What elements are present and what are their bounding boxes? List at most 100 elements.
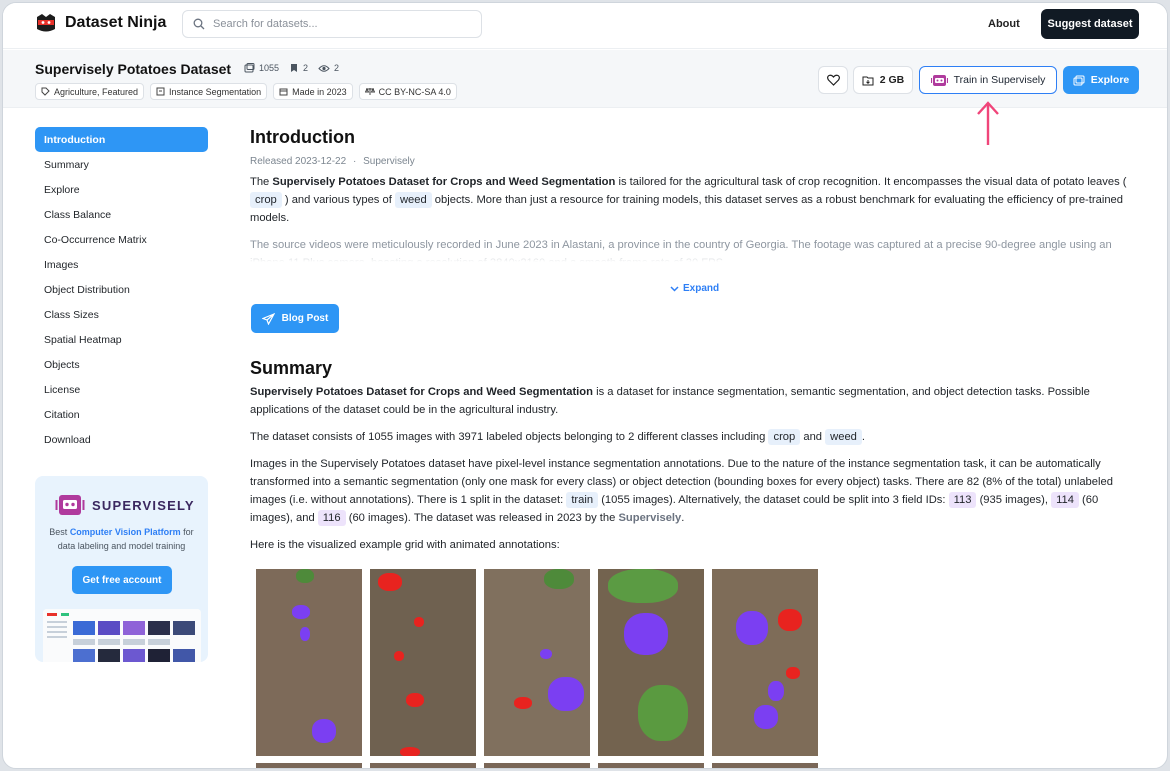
summary-paragraph-3: Images in the Supervisely Potatoes datas… — [250, 455, 1143, 527]
example-image[interactable] — [370, 763, 476, 768]
supervisely-robot-icon — [930, 74, 948, 86]
promo-desc-prefix: Best — [49, 527, 70, 537]
sidebar-item-objects[interactable]: Objects — [35, 352, 208, 377]
text-run: ) and various types of — [281, 194, 395, 206]
tag-label: Agriculture, Featured — [54, 86, 139, 97]
about-link[interactable]: About — [988, 18, 1020, 30]
author-link[interactable]: Supervisely — [618, 512, 681, 524]
sidebar-item-spatial-heatmap[interactable]: Spatial Heatmap — [35, 327, 208, 352]
release-author[interactable]: Supervisely — [363, 156, 415, 167]
summary-heading: Summary — [250, 358, 333, 378]
get-free-account-button[interactable]: Get free account — [72, 566, 172, 594]
brand-name: Dataset Ninja — [65, 14, 167, 31]
text-run: (60 images). The dataset was released in… — [345, 512, 619, 524]
release-date: Released 2023-12-22 — [250, 156, 347, 167]
class-chip-crop[interactable]: crop — [768, 429, 801, 445]
dataset-header: Supervisely Potatoes Dataset 1055 2 2 Ag… — [3, 50, 1167, 108]
views-stat: 2 — [318, 63, 339, 73]
sidebar-item-class-sizes[interactable]: Class Sizes — [35, 302, 208, 327]
field-chip-114[interactable]: 114 — [1051, 492, 1079, 508]
task-icon — [156, 87, 165, 96]
example-image[interactable] — [484, 763, 590, 768]
sidebar-toc: Introduction Summary Explore Class Balance C… — [35, 127, 208, 452]
example-image[interactable] — [712, 569, 818, 756]
meta-separator: · — [352, 156, 357, 167]
promo-brand-name: SUPERVISELY — [92, 497, 195, 513]
example-image[interactable] — [598, 763, 704, 768]
search-input[interactable] — [213, 18, 463, 30]
suggest-dataset-button[interactable]: Suggest dataset — [1041, 9, 1139, 39]
views-count: 2 — [334, 63, 340, 73]
paper-plane-icon — [261, 312, 275, 325]
sidebar-item-summary[interactable]: Summary — [35, 152, 208, 177]
text-run: (935 images), — [976, 494, 1052, 506]
sidebar-item-license[interactable]: License — [35, 377, 208, 402]
search-box[interactable] — [182, 10, 482, 38]
sidebar-item-object-distribution[interactable]: Object Distribution — [35, 277, 208, 302]
browser-frame: Dataset Ninja About Suggest dataset Supe… — [2, 2, 1168, 769]
example-image[interactable] — [256, 569, 362, 756]
scale-icon — [364, 87, 375, 95]
tag-category[interactable]: Agriculture, Featured — [35, 83, 145, 100]
example-image[interactable] — [484, 569, 590, 756]
intro-paragraph: The Supervisely Potatoes Dataset for Cro… — [250, 173, 1143, 227]
images-stat: 1055 — [244, 63, 279, 73]
supervisely-robot-icon — [55, 495, 85, 515]
train-label: Train in Supervisely — [953, 74, 1046, 86]
blog-post-button[interactable]: Blog Post — [251, 304, 339, 333]
explore-button[interactable]: Explore — [1063, 66, 1139, 94]
text-run: The — [250, 176, 273, 188]
promo-brand: SUPERVISELY — [55, 492, 195, 518]
text-run: The dataset consists of 1055 images with… — [250, 431, 769, 443]
tag-task[interactable]: Instance Segmentation — [150, 83, 268, 100]
calendar-icon — [279, 88, 288, 96]
example-image[interactable] — [370, 569, 476, 756]
like-button[interactable] — [818, 66, 848, 94]
sidebar-item-citation[interactable]: Citation — [35, 402, 208, 427]
dataset-full-name: Supervisely Potatoes Dataset for Crops a… — [272, 176, 616, 188]
text-run: and — [800, 431, 826, 443]
text-run: is tailored for the agricultural task of… — [615, 176, 1127, 188]
class-chip-crop[interactable]: crop — [250, 192, 282, 208]
sidebar-item-explore[interactable]: Explore — [35, 177, 208, 202]
images-count: 1055 — [259, 63, 280, 73]
tag-year[interactable]: Made in 2023 — [273, 83, 353, 100]
sidebar-item-download[interactable]: Download — [35, 427, 208, 452]
supervisely-promo: SUPERVISELY Best Computer Vision Platfor… — [35, 476, 208, 662]
brand-logo[interactable]: Dataset Ninja — [35, 13, 166, 33]
heart-icon — [826, 74, 840, 86]
class-chip-weed[interactable]: weed — [825, 429, 862, 445]
dataset-stats: 1055 2 2 — [244, 63, 339, 73]
example-image[interactable] — [712, 763, 818, 768]
dataset-size: 2 GB — [879, 74, 905, 86]
explore-icon — [1073, 75, 1085, 85]
class-chip-weed[interactable]: weed — [394, 192, 432, 208]
sidebar-item-class-balance[interactable]: Class Balance — [35, 202, 208, 227]
tag-label: Made in 2023 — [292, 86, 347, 97]
sidebar-item-images[interactable]: Images — [35, 252, 208, 277]
eye-icon — [318, 64, 330, 72]
example-image[interactable] — [598, 569, 704, 756]
blog-post-label: Blog Post — [281, 313, 329, 324]
sidebar-item-co-occurrence-matrix[interactable]: Co-Occurrence Matrix — [35, 227, 208, 252]
download-size-button[interactable]: 2 GB — [853, 66, 913, 94]
example-image[interactable] — [256, 763, 362, 768]
classes-icon — [291, 64, 298, 72]
field-chip-113[interactable]: 113 — [948, 492, 977, 508]
sidebar-item-introduction[interactable]: Introduction — [35, 127, 208, 152]
dataset-tags: Agriculture, Featured Instance Segmentat… — [35, 83, 457, 100]
intro-paragraph-collapsed: The source videos were meticulously reco… — [250, 239, 1112, 262]
images-icon — [244, 63, 255, 73]
split-chip-train[interactable]: train — [566, 492, 599, 508]
tag-license[interactable]: CC BY-NC-SA 4.0 — [358, 83, 457, 100]
ninja-logo-icon — [37, 14, 55, 32]
train-in-supervisely-button[interactable]: Train in Supervisely — [919, 66, 1057, 94]
search-icon — [193, 18, 205, 30]
tag-icon — [41, 87, 50, 96]
field-chip-116[interactable]: 116 — [317, 510, 346, 526]
summary-paragraph-1: Supervisely Potatoes Dataset for Crops a… — [250, 383, 1143, 419]
expand-link[interactable]: Expand — [670, 283, 719, 294]
introduction-heading: Introduction — [250, 127, 355, 147]
summary-paragraph-2: The dataset consists of 1055 images with… — [250, 428, 1143, 446]
promo-desc-highlight[interactable]: Computer Vision Platform — [70, 527, 181, 537]
